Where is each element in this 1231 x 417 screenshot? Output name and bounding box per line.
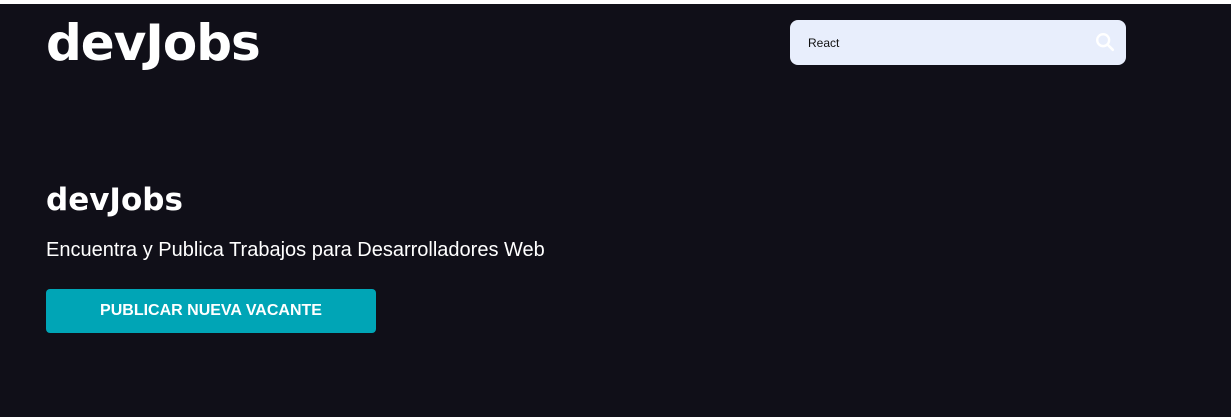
page-background: devJobs devJobs Encuentra y Publica Trab… xyxy=(0,4,1231,417)
logo[interactable]: devJobs xyxy=(46,13,261,73)
search-input[interactable] xyxy=(790,20,1080,65)
search-icon[interactable] xyxy=(1094,31,1116,53)
publish-job-button[interactable]: PUBLICAR NUEVA VACANTE xyxy=(46,289,376,333)
search-bar xyxy=(790,20,1126,65)
hero-subtitle: Encuentra y Publica Trabajos para Desarr… xyxy=(46,239,545,261)
hero-title: devJobs xyxy=(46,182,183,218)
